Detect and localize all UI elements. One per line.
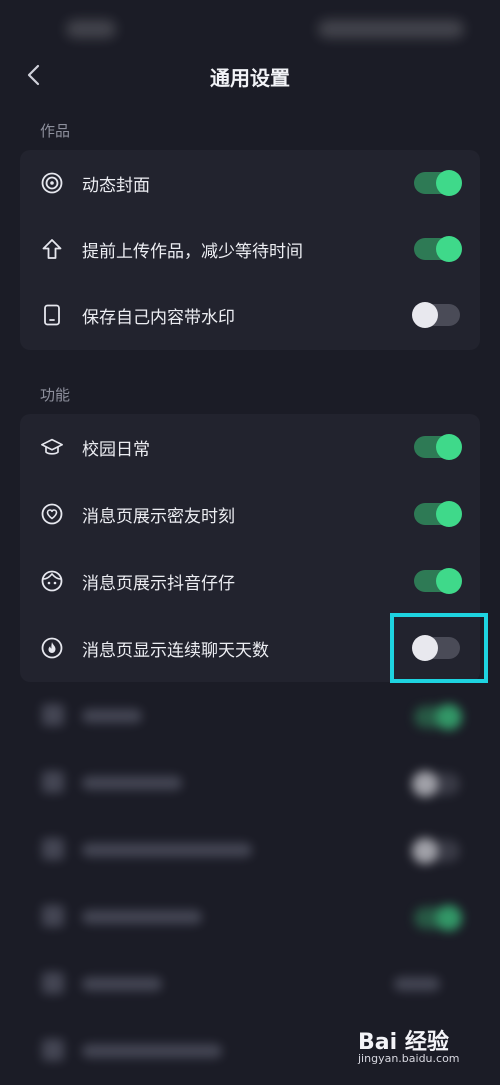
setting-row-douyin-zaizai[interactable]: 消息页展示抖音仔仔 xyxy=(20,548,480,614)
setting-label: 保存自己内容带水印 xyxy=(82,307,235,328)
status-time-blurred xyxy=(66,20,116,38)
setting-row-campus-daily[interactable]: 校园日常 xyxy=(20,414,480,480)
settings-card-works: 动态封面 提前上传作品，减少等待时间 保存自己内容带水印 xyxy=(20,150,480,350)
toggle-pre-upload[interactable] xyxy=(414,236,462,262)
toggle-campus-daily[interactable] xyxy=(414,434,462,460)
setting-label: 校园日常 xyxy=(82,439,150,460)
setting-row-dynamic-cover[interactable]: 动态封面 xyxy=(20,150,480,216)
dynamic-cover-icon xyxy=(40,171,64,195)
page-title: 通用设置 xyxy=(210,66,290,90)
baidu-jingyan-watermark: Bai 经验 jingyan.baidu.com xyxy=(358,1024,486,1070)
setting-label: 消息页展示密友时刻 xyxy=(82,506,235,527)
upload-arrow-icon xyxy=(40,237,64,261)
setting-row-save-watermark[interactable]: 保存自己内容带水印 xyxy=(20,282,480,348)
setting-label: 提前上传作品，减少等待时间 xyxy=(82,241,303,262)
watermark-url: jingyan.baidu.com xyxy=(358,1052,460,1065)
toggle-dynamic-cover[interactable] xyxy=(414,170,462,196)
heart-circle-icon xyxy=(40,502,64,526)
graduation-cap-icon xyxy=(40,435,64,459)
setting-row-close-friends[interactable]: 消息页展示密友时刻 xyxy=(20,481,480,547)
blurred-setting-row xyxy=(20,952,480,1018)
avatar-face-icon xyxy=(40,569,64,593)
blurred-setting-row xyxy=(20,818,480,884)
toggle-close-friends[interactable] xyxy=(414,501,462,527)
blurred-setting-row xyxy=(20,885,480,951)
section-label-features: 功能 xyxy=(40,386,71,404)
setting-label: 消息页显示连续聊天天数 xyxy=(82,640,269,661)
blurred-setting-row xyxy=(20,751,480,817)
toggle-douyin-zaizai[interactable] xyxy=(414,568,462,594)
phone-icon xyxy=(40,303,64,327)
status-icons-blurred xyxy=(318,20,464,38)
section-label-works: 作品 xyxy=(40,122,71,140)
toggle-save-watermark[interactable] xyxy=(412,302,460,328)
setting-label: 动态封面 xyxy=(82,175,150,196)
setting-label: 消息页展示抖音仔仔 xyxy=(82,573,235,594)
blurred-setting-row xyxy=(20,684,480,750)
nav-bar: 通用设置 xyxy=(0,48,500,106)
flame-icon xyxy=(40,636,64,660)
highlight-box xyxy=(390,613,488,683)
setting-row-pre-upload[interactable]: 提前上传作品，减少等待时间 xyxy=(20,216,480,282)
